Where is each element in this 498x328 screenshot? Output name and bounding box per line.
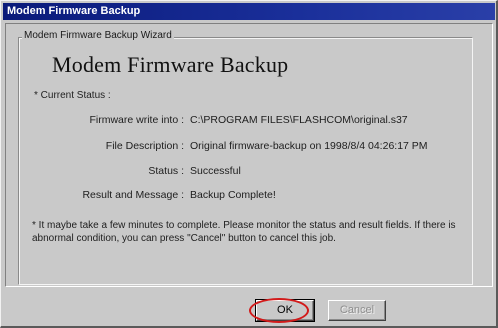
file-description-label: File Description : — [105, 140, 184, 152]
ok-button[interactable]: OK — [255, 299, 315, 322]
status-label: Status : — [148, 165, 184, 177]
wizard-group-label: Modem Firmware Backup Wizard — [22, 30, 174, 41]
instruction-note: * It maybe take a few minutes to complet… — [32, 220, 456, 244]
result-message-label: Result and Message : — [82, 189, 184, 201]
file-description-value: Original firmware-backup on 1998/8/4 04:… — [190, 140, 428, 152]
cancel-button[interactable]: Cancel — [328, 300, 386, 321]
current-status-header: * Current Status : — [34, 90, 111, 101]
window-title: Modem Firmware Backup — [3, 3, 495, 20]
firmware-write-label: Firmware write into : — [89, 114, 184, 126]
status-value: Successful — [190, 165, 241, 177]
page-heading: Modem Firmware Backup — [52, 52, 289, 77]
firmware-write-value: C:\PROGRAM FILES\FLASHCOM\original.s37 — [190, 114, 408, 126]
result-message-value: Backup Complete! — [190, 189, 276, 201]
